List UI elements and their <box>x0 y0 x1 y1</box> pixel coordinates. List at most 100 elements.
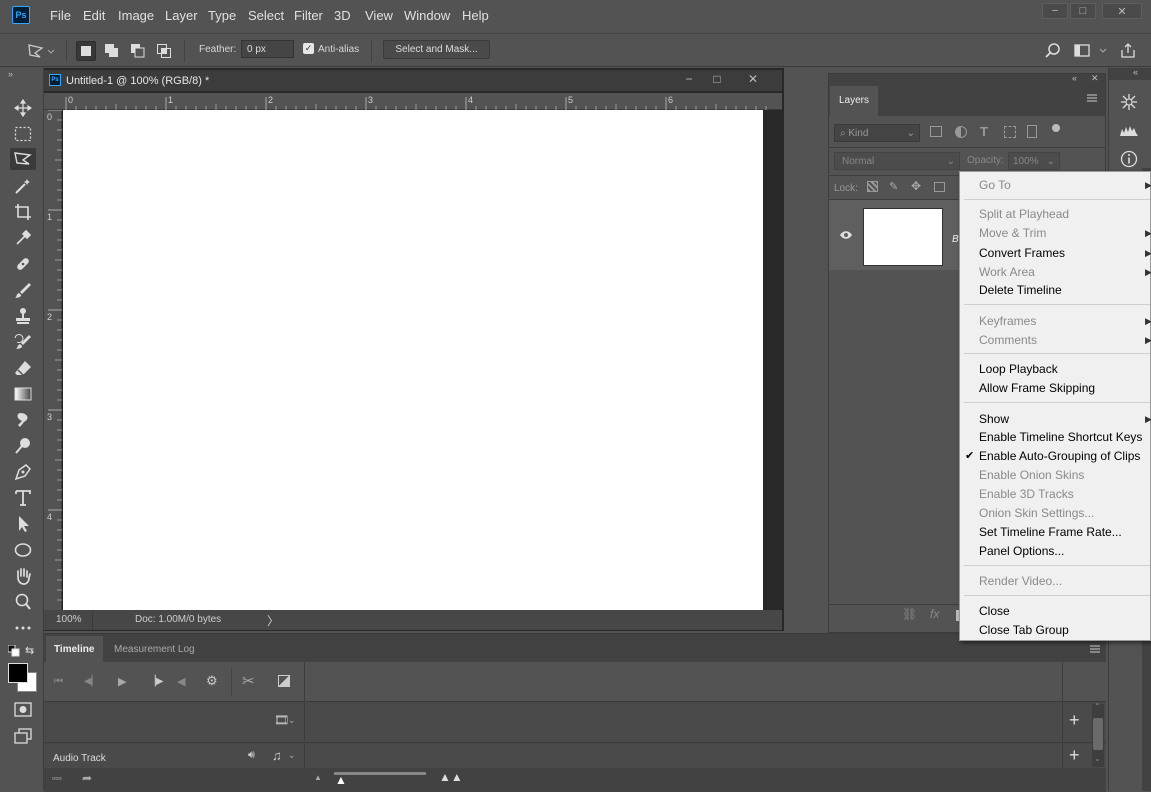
menu-item-convert-frames[interactable]: Convert Frames <box>979 246 1065 260</box>
path-selection-tool[interactable] <box>10 513 36 535</box>
menu-item-allow-frame-skipping[interactable]: Allow Frame Skipping <box>979 381 1095 395</box>
tab-measurement-log[interactable]: Measurement Log <box>106 636 206 662</box>
timeline-scroll-thumb[interactable] <box>1093 718 1103 750</box>
tool-preset-picker[interactable] <box>24 41 58 61</box>
timeline-menu-icon[interactable] <box>1090 645 1100 653</box>
render-arrow-icon[interactable]: ➦ <box>82 771 92 785</box>
doc-minimize-button[interactable]: − <box>676 72 702 88</box>
film-strip-icon[interactable]: 🎞︎ <box>274 713 289 727</box>
feather-input[interactable]: 0 px <box>241 40 294 58</box>
subtract-selection-button[interactable] <box>128 41 148 61</box>
magic-wand-tool[interactable] <box>10 175 36 197</box>
pixel-filter-icon[interactable] <box>930 126 942 137</box>
menu-item-enable-auto-grouping[interactable]: Enable Auto-Grouping of Clips <box>979 449 1140 463</box>
menu-item-split-at-playhead[interactable]: Split at Playhead <box>979 207 1069 221</box>
edit-toolbar-button[interactable] <box>10 617 36 639</box>
menu-image[interactable]: Image <box>118 8 154 23</box>
menu-item-delete-timeline[interactable]: Delete Timeline <box>979 283 1062 297</box>
menu-item-go-to[interactable]: Go To <box>979 178 1011 192</box>
antialias-checkbox[interactable]: ✓ <box>303 43 314 54</box>
type-filter-icon[interactable]: T <box>980 124 988 139</box>
type-tool[interactable] <box>10 487 36 509</box>
timeline-scrollbar[interactable]: ⌃ ⌄ <box>1092 702 1104 767</box>
lock-position-icon[interactable]: ✥ <box>911 179 921 193</box>
collapse-toolbar-icon[interactable]: » <box>8 69 13 79</box>
foreground-color-swatch[interactable] <box>8 663 28 683</box>
zoom-level[interactable]: 100% <box>56 614 82 625</box>
eyedropper-tool[interactable] <box>10 227 36 249</box>
default-colors-button[interactable] <box>8 645 20 657</box>
speaker-icon[interactable]: 🔊︎ <box>248 749 255 762</box>
document-title-bar[interactable]: Ps Untitled-1 @ 100% (RGB/8) * − □ ✕ <box>44 70 782 92</box>
menu-item-set-frame-rate[interactable]: Set Timeline Frame Rate... <box>979 525 1122 539</box>
status-menu-arrow-icon[interactable]: 〉 <box>267 612 279 629</box>
document-tab-title[interactable]: Untitled-1 @ 100% (RGB/8) * <box>66 75 209 87</box>
fx-icon[interactable]: fx <box>930 607 939 621</box>
clone-stamp-tool[interactable] <box>10 305 36 327</box>
eye-icon[interactable] <box>839 230 853 240</box>
menu-item-onion-skin-settings[interactable]: Onion Skin Settings... <box>979 506 1094 520</box>
crop-tool[interactable] <box>10 201 36 223</box>
collapse-panel-icon[interactable]: « <box>1072 73 1077 83</box>
properties-panel-button[interactable] <box>1119 93 1139 111</box>
link-layers-icon[interactable]: ⛓ <box>902 607 917 621</box>
brush-tool[interactable] <box>10 279 36 301</box>
share-button[interactable] <box>1118 41 1138 61</box>
menu-layer[interactable]: Layer <box>165 8 198 23</box>
menu-item-work-area[interactable]: Work Area <box>979 265 1035 279</box>
menu-item-render-video[interactable]: Render Video... <box>979 574 1062 588</box>
music-note-icon[interactable]: ♫ <box>272 748 282 763</box>
document-canvas[interactable] <box>63 110 763 610</box>
adjustment-filter-icon[interactable] <box>955 126 967 138</box>
menu-item-move-trim[interactable]: Move & Trim <box>979 226 1046 240</box>
zoom-slider-track[interactable] <box>334 772 426 775</box>
menu-item-close[interactable]: Close <box>979 604 1010 618</box>
blur-tool[interactable] <box>10 409 36 431</box>
layer-name-fragment[interactable]: B <box>952 234 959 245</box>
shape-filter-icon[interactable] <box>1004 126 1016 138</box>
quick-mask-button[interactable] <box>10 699 36 721</box>
swap-colors-icon[interactable]: ⇆ <box>25 644 34 657</box>
move-tool[interactable] <box>10 97 36 119</box>
filter-toggle-icon[interactable] <box>1052 124 1060 132</box>
play-icon[interactable]: ▶ <box>118 675 126 688</box>
menu-item-comments[interactable]: Comments <box>979 333 1037 347</box>
marquee-tool[interactable] <box>10 123 36 145</box>
next-frame-icon[interactable]: ▕▶ <box>148 676 163 687</box>
lock-pixels-icon[interactable]: ✎ <box>889 180 898 193</box>
menu-item-close-tab-group[interactable]: Close Tab Group <box>979 623 1069 637</box>
menu-select[interactable]: Select <box>248 8 284 23</box>
hand-tool[interactable] <box>10 565 36 587</box>
panel-menu-icon[interactable] <box>1087 94 1097 102</box>
workspace-switcher[interactable] <box>1073 41 1109 61</box>
gradient-tool[interactable] <box>10 383 36 405</box>
menu-item-panel-options[interactable]: Panel Options... <box>979 544 1064 558</box>
menu-window[interactable]: Window <box>404 8 450 23</box>
info-panel-button[interactable] <box>1120 150 1138 168</box>
menu-edit[interactable]: Edit <box>83 8 105 23</box>
healing-brush-tool[interactable] <box>10 253 36 275</box>
menu-item-loop-playback[interactable]: Loop Playback <box>979 362 1058 376</box>
dodge-tool[interactable] <box>10 435 36 457</box>
intersect-selection-button[interactable] <box>154 41 174 61</box>
menu-filter[interactable]: Filter <box>294 8 323 23</box>
previous-frame-icon[interactable]: ◀▏ <box>84 676 99 687</box>
menu-file[interactable]: File <box>50 8 71 23</box>
zoom-out-mountain-icon[interactable]: ▲ <box>314 773 322 782</box>
doc-maximize-button[interactable]: □ <box>704 72 730 88</box>
opacity-input[interactable]: 100% ⌄ <box>1008 152 1060 170</box>
minimize-button[interactable]: − <box>1042 3 1068 19</box>
eraser-tool[interactable] <box>10 357 36 379</box>
search-button[interactable] <box>1043 41 1063 61</box>
lock-transparent-icon[interactable] <box>867 181 878 192</box>
add-media-icon[interactable]: + <box>1069 710 1080 731</box>
zoom-in-mountain-icon[interactable]: ▲▲ <box>439 770 463 784</box>
menu-item-enable-onion-skins[interactable]: Enable Onion Skins <box>979 468 1084 482</box>
first-frame-icon[interactable]: ⏮ <box>54 676 63 687</box>
select-and-mask-button[interactable]: Select and Mask... <box>383 40 490 59</box>
menu-3d[interactable]: 3D <box>334 8 351 23</box>
menu-item-enable-timeline-shortcut-keys[interactable]: Enable Timeline Shortcut Keys <box>979 430 1142 444</box>
zoom-tool[interactable] <box>10 591 36 613</box>
audio-mute-icon[interactable]: ◀ <box>177 675 185 688</box>
lock-artboard-icon[interactable] <box>934 182 945 192</box>
